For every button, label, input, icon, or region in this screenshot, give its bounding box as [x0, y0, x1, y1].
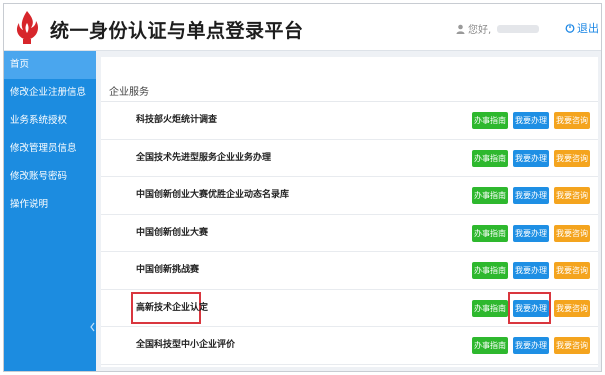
- header: 统一身份认证与单点登录平台 您好, 退出: [4, 4, 601, 51]
- service-actions: 办事指南 我要办理 我要咨询: [472, 187, 590, 204]
- sidebar-item-system-authorization[interactable]: 业务系统授权: [4, 107, 96, 135]
- service-name: 中国创新创业大赛: [136, 227, 209, 238]
- guide-button[interactable]: 办事指南: [472, 149, 508, 167]
- guide-button[interactable]: 办事指南: [472, 299, 508, 317]
- consult-button[interactable]: 我要咨询: [554, 187, 590, 204]
- section-title: 企业服务: [109, 87, 149, 98]
- consult-button[interactable]: 我要咨询: [554, 149, 590, 167]
- service-row: 全国科技型中小企业评价 办事指南 我要办理 我要咨询: [101, 327, 598, 365]
- service-row: 中国创新挑战赛 办事指南 我要办理 我要咨询: [101, 252, 598, 290]
- service-name: 科技部火炬统计调查: [136, 115, 218, 125]
- consult-button[interactable]: 我要咨询: [554, 262, 590, 279]
- service-row: 中国创新创业大赛 办事指南 我要办理 我要咨询: [101, 215, 598, 252]
- logout-label: 退出: [577, 22, 599, 35]
- service-actions: 办事指南 我要办理 我要咨询: [472, 112, 590, 129]
- guide-button[interactable]: 办事指南: [472, 262, 508, 279]
- logout-button[interactable]: 退出: [565, 20, 599, 36]
- sidebar-item-edit-admin[interactable]: 修改管理员信息: [4, 135, 96, 163]
- torch-logo-icon: [16, 11, 38, 44]
- service-actions: 办事指南 我要办理 我要咨询: [472, 149, 590, 167]
- service-name: 全国科技型中小企业评价: [136, 340, 236, 350]
- handle-button[interactable]: 我要办理: [513, 262, 549, 279]
- sidebar-item-home[interactable]: 首页: [4, 51, 96, 79]
- sidebar: 首页 修改企业注册信息 业务系统授权 修改管理员信息 修改账号密码 操作说明: [4, 51, 96, 371]
- consult-button[interactable]: 我要咨询: [554, 112, 590, 129]
- handle-button[interactable]: 我要办理: [513, 337, 549, 354]
- guide-button[interactable]: 办事指南: [472, 187, 508, 204]
- handle-button[interactable]: 我要办理: [513, 187, 549, 204]
- user-greeting: 您好,: [468, 25, 492, 36]
- username-redacted: [497, 24, 540, 33]
- service-name: 中国创新挑战赛: [136, 265, 200, 275]
- consult-button[interactable]: 我要咨询: [554, 337, 590, 354]
- consult-button[interactable]: 我要咨询: [554, 299, 590, 317]
- guide-button[interactable]: 办事指南: [472, 224, 508, 242]
- main-content: 企业服务 科技部火炬统计调查 办事指南 我要办理 我要咨询 全国技术先进型服务企…: [96, 51, 601, 371]
- guide-button[interactable]: 办事指南: [472, 112, 508, 129]
- handle-button[interactable]: 我要办理: [513, 112, 549, 129]
- handle-button[interactable]: 我要办理: [513, 149, 549, 167]
- app-window: 统一身份认证与单点登录平台 您好, 退出 首页 修改企业注册信息 业务系统授权 …: [3, 3, 602, 372]
- handle-button[interactable]: 我要办理: [513, 224, 549, 242]
- service-actions: 办事指南 我要办理 我要咨询: [472, 262, 590, 279]
- service-actions: 办事指南 我要办理 我要咨询: [472, 337, 590, 354]
- service-row: 中国创新创业大赛优胜企业动态名录库 办事指南 我要办理 我要咨询: [101, 177, 598, 215]
- service-list: 科技部火炬统计调查 办事指南 我要办理 我要咨询 全国技术先进型服务企业业务办理…: [101, 102, 598, 365]
- service-name: 高新技术企业认定: [136, 302, 209, 313]
- highlight-box-handle-button: [508, 291, 551, 324]
- power-icon: [565, 23, 575, 33]
- service-row: 全国技术先进型服务企业业务办理 办事指南 我要办理 我要咨询: [101, 140, 598, 177]
- collapse-chevron-icon[interactable]: [89, 321, 96, 333]
- app-title: 统一身份认证与单点登录平台: [50, 20, 304, 42]
- service-name: 中国创新创业大赛优胜企业动态名录库: [136, 190, 290, 200]
- user-icon: [456, 24, 465, 34]
- service-name: 全国技术先进型服务企业业务办理: [136, 152, 272, 163]
- service-row-highlighted: 高新技术企业认定 办事指南 我要办理 我要咨询: [101, 290, 598, 327]
- sidebar-item-change-password[interactable]: 修改账号密码: [4, 163, 96, 191]
- consult-button[interactable]: 我要咨询: [554, 224, 590, 242]
- service-actions: 办事指南 我要办理 我要咨询: [472, 224, 590, 242]
- sidebar-item-edit-registration[interactable]: 修改企业注册信息: [4, 79, 96, 107]
- sidebar-item-instructions[interactable]: 操作说明: [4, 191, 96, 219]
- user-area: 您好,: [456, 21, 540, 36]
- enterprise-services-panel: 企业服务 科技部火炬统计调查 办事指南 我要办理 我要咨询 全国技术先进型服务企…: [101, 57, 598, 367]
- guide-button[interactable]: 办事指南: [472, 337, 508, 354]
- service-row: 科技部火炬统计调查 办事指南 我要办理 我要咨询: [101, 102, 598, 140]
